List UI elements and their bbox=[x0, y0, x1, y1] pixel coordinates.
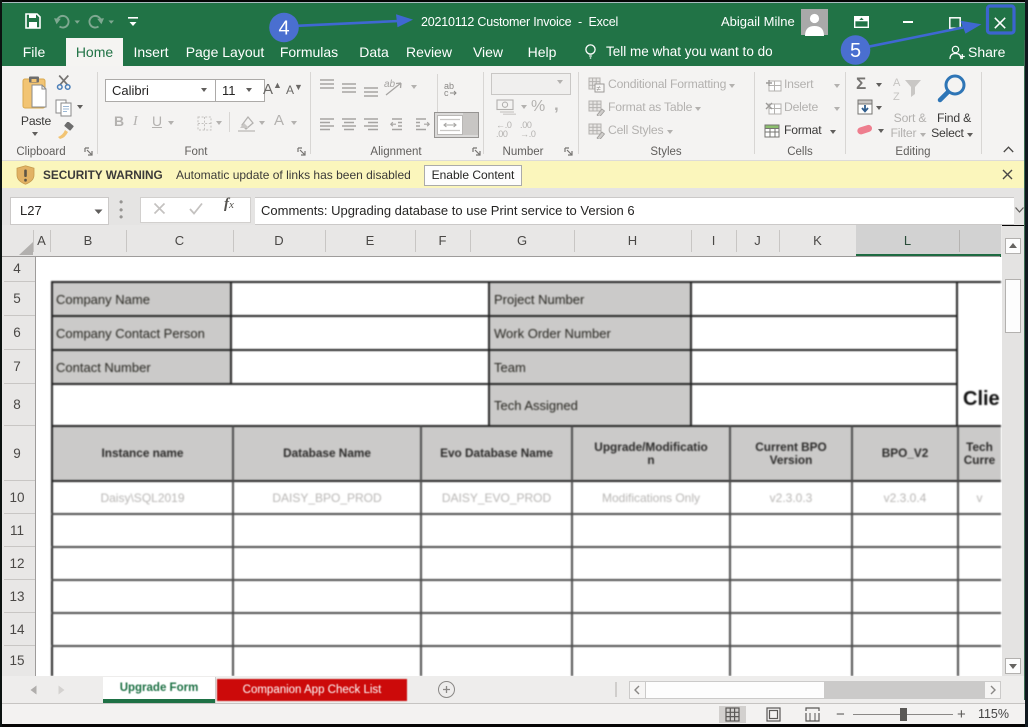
svg-text:A: A bbox=[893, 77, 901, 89]
svg-text:c: c bbox=[444, 88, 449, 96]
svg-text:≠: ≠ bbox=[597, 84, 602, 93]
svg-text:Z: Z bbox=[893, 91, 900, 103]
